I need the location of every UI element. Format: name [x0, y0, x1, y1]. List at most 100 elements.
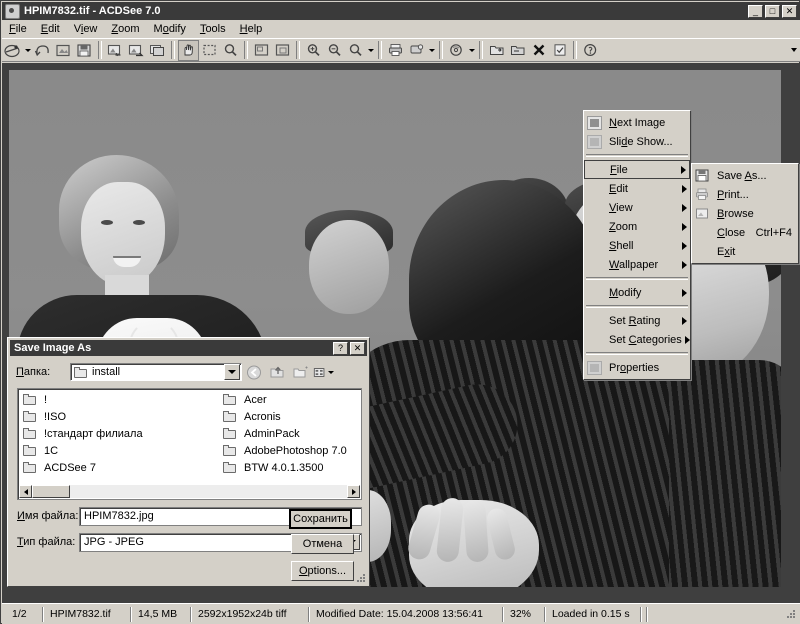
list-item[interactable]: !ISO	[20, 408, 220, 425]
menu-help[interactable]: Help	[233, 22, 270, 36]
list-item[interactable]: AdobePhotoshop 7.0	[220, 442, 361, 459]
open-icon[interactable]	[2, 40, 23, 61]
status-load-time: Loaded in 0.15 s	[546, 606, 641, 622]
help-about-icon[interactable]	[580, 40, 601, 61]
context-menu-item-edit[interactable]: Edit	[584, 179, 690, 198]
zoom-level-icon[interactable]	[345, 40, 366, 61]
up-one-level-icon[interactable]	[267, 362, 288, 382]
context-menu-item-shell[interactable]: Shell	[584, 236, 690, 255]
cd-burn-icon[interactable]	[446, 40, 467, 61]
list-item[interactable]: Acer	[220, 391, 361, 408]
scroll-right-button[interactable]	[347, 485, 360, 498]
folder-icon	[23, 445, 37, 456]
pan-hand-icon[interactable]	[178, 39, 199, 61]
file-list[interactable]: ! !ISO !стандарт филиала 1C ACDSee 7 Ace…	[17, 388, 362, 500]
save-icon[interactable]	[74, 40, 95, 61]
context-menu-item-view[interactable]: View	[584, 198, 690, 217]
properties-icon[interactable]	[549, 40, 570, 61]
context-menu-item-modify[interactable]: Modify	[584, 283, 690, 302]
photo-background-man-head	[309, 220, 389, 314]
context-menu-item-slide-show[interactable]: Slide Show...	[584, 132, 690, 151]
list-item[interactable]: !	[20, 391, 220, 408]
maximize-button[interactable]: □	[765, 4, 780, 18]
context-menu-item-zoom[interactable]: Zoom	[584, 217, 690, 236]
move-to-folder-icon[interactable]	[507, 40, 528, 61]
cd-burn-dropdown-arrow[interactable]	[467, 40, 476, 61]
context-menu-item-label: Shell	[609, 239, 634, 252]
menu-modify[interactable]: Modify	[147, 22, 193, 36]
status-resize-grip[interactable]	[784, 607, 798, 621]
chevron-down-icon[interactable]	[224, 364, 240, 380]
print-icon[interactable]	[385, 40, 406, 61]
dialog-help-button[interactable]: ?	[333, 341, 348, 355]
menu-view[interactable]: View	[67, 22, 105, 36]
menu-icon-placeholder	[584, 237, 604, 254]
open-dropdown-arrow[interactable]	[23, 40, 32, 61]
folder-icon	[223, 394, 237, 405]
dialog-close-button[interactable]: ✕	[350, 341, 365, 355]
fit-image-icon[interactable]	[251, 40, 272, 61]
window-controls: _ □ ✕	[746, 4, 797, 18]
zoom-out-icon[interactable]	[324, 40, 345, 61]
chevron-down-icon[interactable]	[328, 370, 334, 374]
share-icon[interactable]	[406, 40, 427, 61]
list-item[interactable]: 1C	[20, 442, 220, 459]
actual-size-icon[interactable]	[272, 40, 293, 61]
magnify-icon[interactable]	[220, 40, 241, 61]
context-menu-item-file[interactable]: File	[584, 160, 690, 179]
list-item[interactable]: ACDSee 7	[20, 459, 220, 476]
menu-edit[interactable]: Edit	[34, 22, 67, 36]
context-menu-item-properties[interactable]: Properties	[584, 358, 690, 377]
photo-woman-eye	[133, 220, 145, 225]
cancel-button[interactable]: Отмена	[291, 534, 354, 554]
submenu-item-print[interactable]: Print...	[692, 185, 798, 204]
save-button[interactable]: Сохранить	[289, 509, 352, 529]
menu-tools[interactable]: Tools	[193, 22, 233, 36]
list-item[interactable]: !стандарт филиала	[20, 425, 220, 442]
status-file-name: HPIM7832.tif	[44, 606, 131, 622]
options-button[interactable]: Options...	[291, 561, 354, 581]
submenu-item-close[interactable]: Close Ctrl+F4	[692, 223, 798, 242]
list-item[interactable]: BTW 4.0.1.3500	[220, 459, 361, 476]
look-in-combo[interactable]: install	[70, 363, 242, 381]
toolbar-overflow-chevron[interactable]	[788, 40, 800, 61]
close-button[interactable]: ✕	[782, 4, 797, 18]
minimize-button[interactable]: _	[748, 4, 763, 18]
browse-icon	[692, 205, 712, 222]
new-folder-icon[interactable]	[290, 362, 311, 382]
rotate-left-icon[interactable]	[32, 40, 53, 61]
menu-icon-placeholder	[584, 331, 604, 348]
dialog-resize-grip[interactable]	[355, 572, 367, 584]
view-menu-icon[interactable]	[313, 362, 334, 382]
back-icon[interactable]	[244, 362, 265, 382]
scrollbar-track[interactable]	[70, 485, 347, 498]
menu-file[interactable]: File	[2, 22, 34, 36]
browse-icon[interactable]	[147, 40, 168, 61]
submenu-item-exit[interactable]: Exit	[692, 242, 798, 261]
context-menu-item-wallpaper[interactable]: Wallpaper	[584, 255, 690, 274]
next-image-icon[interactable]	[126, 40, 147, 61]
look-in-label: Папка:	[16, 366, 51, 378]
menu-icon-placeholder	[585, 161, 605, 178]
previous-image-icon[interactable]	[105, 40, 126, 61]
submenu-item-save-as[interactable]: Save As...	[692, 166, 798, 185]
list-item[interactable]: Acronis	[220, 408, 361, 425]
zoom-in-icon[interactable]	[303, 40, 324, 61]
scroll-left-button[interactable]	[19, 485, 32, 498]
submenu-item-browse[interactable]: Browse	[692, 204, 798, 223]
delete-icon[interactable]	[528, 40, 549, 61]
context-menu-item-next-image[interactable]: Next Image	[584, 113, 690, 132]
list-item[interactable]: AdminPack	[220, 425, 361, 442]
context-menu-item-set-categories[interactable]: Set Categories	[584, 330, 690, 349]
menu-modify-label: dify	[168, 23, 186, 35]
context-menu-separator	[586, 305, 688, 308]
copy-to-folder-icon[interactable]	[486, 40, 507, 61]
context-menu-item-set-rating[interactable]: Set Rating	[584, 311, 690, 330]
share-dropdown-arrow[interactable]	[427, 40, 436, 61]
scrollbar-thumb[interactable]	[32, 485, 70, 498]
zoom-level-dropdown-arrow[interactable]	[366, 40, 375, 61]
menu-zoom[interactable]: Zoom	[104, 22, 146, 36]
edit-image-icon[interactable]	[53, 40, 74, 61]
file-list-horizontal-scrollbar[interactable]	[19, 485, 360, 498]
select-region-icon[interactable]	[199, 40, 220, 61]
